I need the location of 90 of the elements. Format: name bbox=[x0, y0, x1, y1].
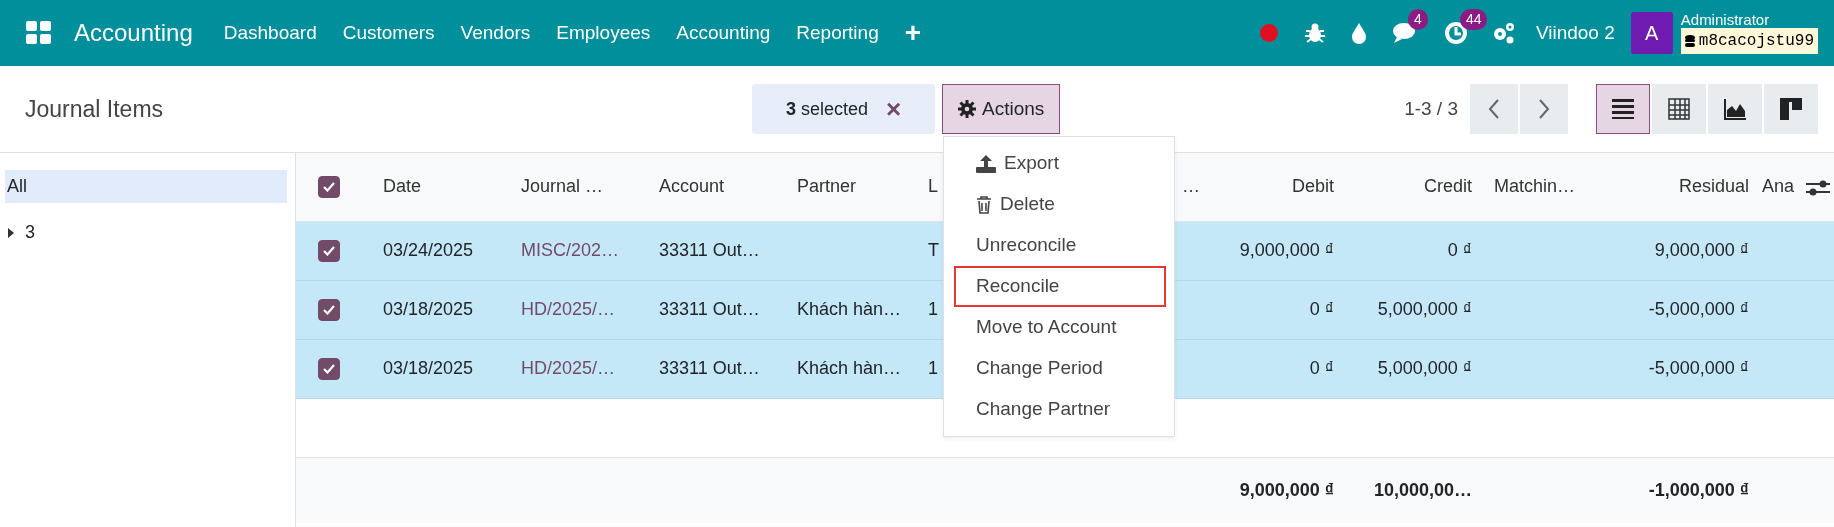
journal-entry-link[interactable]: HD/2025/… bbox=[521, 358, 616, 378]
database-icon bbox=[1684, 34, 1695, 48]
new-menu-button[interactable]: + bbox=[891, 12, 935, 54]
clear-selection-button[interactable]: × bbox=[885, 96, 902, 122]
record-dot-icon[interactable] bbox=[1257, 22, 1280, 44]
menu-item[interactable]: Unreconcile bbox=[954, 225, 1166, 266]
menu-item[interactable]: Reconcile bbox=[954, 266, 1166, 307]
menu-item[interactable]: Change Period bbox=[954, 348, 1166, 389]
page-title: Journal Items bbox=[24, 94, 165, 124]
menu-item[interactable]: Export bbox=[954, 143, 1166, 184]
column-header[interactable]: L bbox=[928, 176, 938, 197]
table-cell: 33311 Out… bbox=[659, 240, 760, 260]
checkbox[interactable] bbox=[318, 358, 340, 380]
journal-entry-link[interactable]: HD/2025/… bbox=[521, 299, 616, 319]
app-name[interactable]: Accounting bbox=[74, 15, 193, 51]
drop-icon[interactable] bbox=[1349, 22, 1368, 44]
database-name: m8cacojstu99 bbox=[1698, 31, 1814, 53]
table-cell: -5,000,000 ₫ bbox=[1648, 358, 1749, 378]
column-header[interactable]: … bbox=[1182, 176, 1200, 197]
journal-entry-link[interactable]: MISC/202… bbox=[521, 240, 620, 260]
checkbox[interactable] bbox=[318, 240, 340, 262]
menu-item[interactable]: Customers bbox=[329, 18, 448, 48]
list-icon bbox=[1612, 98, 1634, 120]
column-header[interactable]: Account bbox=[659, 176, 725, 197]
column-total: 9,000,000 ₫ bbox=[1239, 479, 1334, 500]
checkbox[interactable] bbox=[318, 176, 340, 199]
table-cell: 1 bbox=[928, 299, 938, 319]
menu-item[interactable]: Employees bbox=[543, 18, 664, 48]
view-switch-button[interactable] bbox=[1652, 84, 1706, 134]
column-header[interactable]: Journal … bbox=[521, 176, 604, 197]
gears-icon[interactable] bbox=[1491, 21, 1516, 45]
table-cell: T bbox=[928, 240, 939, 260]
column-total: 10,000,00… bbox=[1373, 479, 1472, 500]
column-header[interactable]: Matchin… bbox=[1494, 176, 1576, 197]
gear-icon bbox=[958, 100, 976, 118]
table-cell: Khách hàn… bbox=[797, 299, 902, 319]
counter-badge: 4 bbox=[1407, 9, 1428, 30]
view-switch-button[interactable] bbox=[1596, 84, 1650, 134]
menu-item[interactable]: Vendors bbox=[447, 18, 544, 48]
column-header[interactable]: Credit bbox=[1424, 176, 1472, 197]
column-header[interactable]: Debit bbox=[1291, 176, 1334, 197]
table-cell: 03/18/2025 bbox=[383, 299, 474, 319]
table-cell: 03/24/2025 bbox=[383, 240, 474, 260]
kanban-icon bbox=[1780, 98, 1802, 120]
menu-item[interactable]: Accounting bbox=[663, 18, 784, 48]
checkbox[interactable] bbox=[318, 299, 340, 321]
check-icon bbox=[323, 246, 335, 256]
table-grid-icon bbox=[1668, 98, 1690, 120]
bug-icon[interactable] bbox=[1303, 22, 1326, 44]
table-cell: 0 ₫ bbox=[1447, 240, 1472, 260]
table-cell: 03/18/2025 bbox=[383, 358, 474, 378]
table-cell: 9,000,000 ₫ bbox=[1239, 240, 1334, 260]
table-cell: 0 ₫ bbox=[1309, 358, 1334, 378]
table-cell: 9,000,000 ₫ bbox=[1654, 240, 1749, 260]
table-cell: 0 ₫ bbox=[1309, 299, 1334, 319]
area-chart-icon bbox=[1724, 98, 1746, 120]
trash-icon bbox=[976, 195, 992, 214]
actions-button[interactable]: Actions bbox=[942, 84, 1061, 134]
chevron-left-icon bbox=[1488, 99, 1500, 119]
table-cell: 5,000,000 ₫ bbox=[1377, 299, 1472, 319]
counter-badge: 44 bbox=[1459, 9, 1488, 30]
column-total: -1,000,000 ₫ bbox=[1648, 479, 1749, 500]
view-switch-button[interactable] bbox=[1764, 84, 1818, 134]
check-icon bbox=[323, 305, 335, 315]
company-switcher[interactable]: Viindoo 2 bbox=[1535, 18, 1615, 48]
view-switch-button[interactable] bbox=[1708, 84, 1762, 134]
column-header[interactable]: Date bbox=[383, 176, 422, 197]
table-cell: 33311 Out… bbox=[659, 299, 760, 319]
table-cell: 33311 Out… bbox=[659, 358, 760, 378]
apps-menu-icon[interactable] bbox=[26, 21, 52, 45]
check-icon bbox=[323, 364, 335, 374]
table-cell: Khách hàn… bbox=[797, 358, 902, 378]
menu-item[interactable]: Dashboard bbox=[210, 18, 330, 48]
menu-item[interactable]: Delete bbox=[954, 184, 1166, 225]
menu-item[interactable]: Reporting bbox=[783, 18, 892, 48]
table-cell: -5,000,000 ₫ bbox=[1648, 299, 1749, 319]
table-cell: 1 bbox=[928, 358, 938, 378]
filter-item[interactable]: All bbox=[5, 170, 287, 203]
chevron-right-icon bbox=[1538, 99, 1550, 119]
user-name: Administrator bbox=[1680, 11, 1771, 29]
check-icon bbox=[323, 182, 335, 193]
user-avatar[interactable]: A bbox=[1630, 12, 1673, 54]
filter-item[interactable]: 3 bbox=[5, 216, 287, 249]
selection-count: 3 selected bbox=[785, 97, 868, 121]
column-header[interactable]: Residual bbox=[1678, 176, 1749, 197]
upload-icon bbox=[976, 154, 996, 173]
pager-value: 1-3 / 3 bbox=[1404, 96, 1458, 121]
clock-icon[interactable] bbox=[1443, 21, 1468, 45]
column-header[interactable]: Partner bbox=[797, 176, 857, 197]
table-cell: 5,000,000 ₫ bbox=[1377, 358, 1472, 378]
